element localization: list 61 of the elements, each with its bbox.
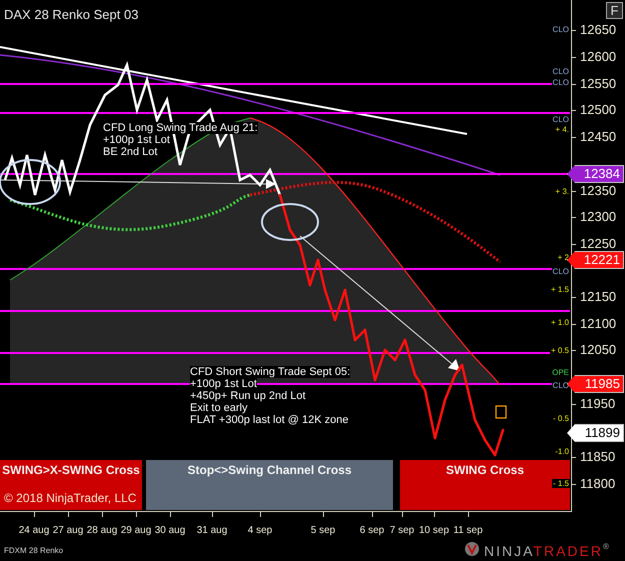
date-tick-label: 10 sep (418, 525, 450, 537)
date-tick-label: 11 sep (453, 525, 483, 537)
price-tick-label: 11800 (580, 477, 616, 491)
price-tick-label: 12500 (580, 103, 616, 117)
price-tick-label: 12600 (580, 50, 616, 64)
level-label: OPE (551, 368, 570, 377)
logo-icon (464, 541, 480, 557)
level-label: - 0.5 (552, 414, 570, 423)
price-tick-label: 12100 (580, 317, 616, 331)
date-tick-label: 24 aug (18, 525, 50, 537)
price-tick-label: 12450 (580, 130, 616, 144)
annotation-text: +100p 1st Lot (190, 378, 257, 390)
date-tick-label: 31 aug (196, 525, 228, 537)
price-badge: 11985 (567, 375, 624, 393)
date-tick-label: 28 aug (86, 525, 118, 537)
annotation-text: FLAT +300p last lot @ 12K zone (190, 414, 348, 426)
signal-bar: Stop<>Swing Channel Cross (146, 460, 393, 510)
copyright-text: © 2018 NinjaTrader, LLC (4, 490, 136, 507)
price-tick-label: 12250 (580, 237, 616, 251)
date-tick-label: 30 aug (154, 525, 186, 537)
annotation-text: +450p+ Run up 2nd Lot (190, 390, 306, 402)
price-tick-label: 12300 (580, 210, 616, 224)
annotation-text: CFD Short Swing Trade Sept 05: (190, 366, 350, 378)
annotation-text: Exit to early (190, 402, 248, 414)
date-tick-label: 4 sep (248, 525, 272, 537)
marker-square (495, 405, 507, 419)
annotation-text: +100p 1st Lot (103, 134, 170, 146)
date-tick-label: 7 sep (390, 525, 414, 537)
price-badge: 12384 (567, 165, 624, 183)
level-label: + 1.5 (550, 285, 570, 294)
level-label: + 4. (554, 125, 570, 134)
level-label: CLO (552, 78, 570, 87)
level-label: CLO (552, 25, 570, 34)
level-label: - 1.5 (552, 479, 570, 488)
date-tick-label: 27 aug (52, 525, 84, 537)
annotation-text: CFD Long Swing Trade Aug 21: (103, 122, 258, 134)
level-label: CLO (552, 381, 570, 390)
level-label: + 3. (554, 187, 570, 196)
price-badge: 11899 (567, 424, 624, 442)
date-tick-label: 29 aug (120, 525, 152, 537)
price-tick-label: 12550 (580, 77, 616, 91)
date-tick-label: 5 sep (310, 525, 336, 537)
price-tick-label: 12050 (580, 343, 616, 357)
level-label: CLO (552, 115, 570, 124)
price-tick-label: 12350 (580, 184, 616, 198)
price-tick-label: 12650 (580, 23, 616, 37)
price-badge: 12221 (567, 251, 624, 269)
level-label: + 1.0 (550, 318, 570, 327)
chart-title: DAX 28 Renko Sept 03 (4, 6, 138, 24)
instrument-label: FDXM 28 Renko (4, 545, 64, 557)
annotation-text: BE 2nd Lot (103, 146, 158, 158)
price-tick-label: 11950 (580, 397, 616, 411)
f-button[interactable]: F (606, 2, 623, 19)
level-label: CLO (552, 267, 570, 276)
level-label: -1.0 (554, 447, 570, 456)
date-tick-label: 6 sep (360, 525, 384, 537)
level-label: + 0.5 (550, 346, 570, 355)
logo-text: NINJATRADER® (484, 541, 611, 561)
price-tick-label: 12150 (580, 290, 616, 304)
level-label: CLO (552, 67, 570, 76)
price-tick-label: 11850 (580, 450, 616, 464)
